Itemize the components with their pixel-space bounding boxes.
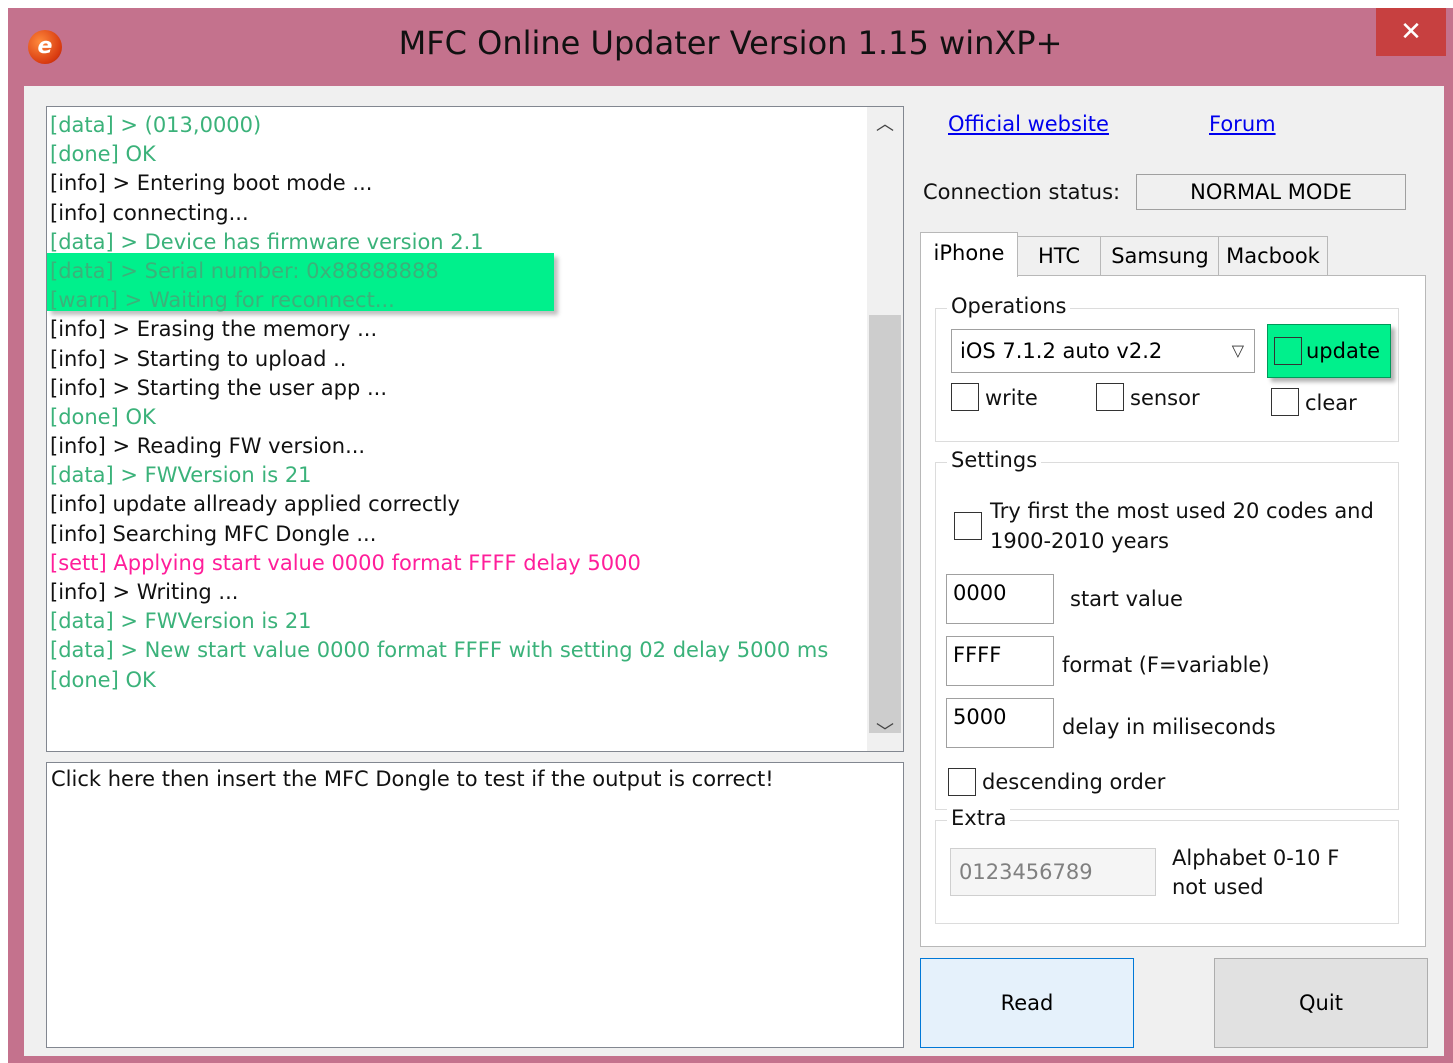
log-line: [done] OK: [50, 404, 156, 429]
delay-text: 5000: [953, 705, 1007, 729]
read-button[interactable]: Read: [920, 958, 1134, 1048]
log-line: [info] update allready applied correctly: [50, 492, 460, 517]
try-first-checkbox[interactable]: [954, 512, 982, 540]
chevron-down-icon: ▽: [1231, 341, 1244, 360]
log-line: [warn] > Waiting for reconnect...: [50, 288, 395, 313]
tab-samsung[interactable]: Samsung: [1100, 236, 1220, 275]
format-input[interactable]: FFFF: [946, 636, 1054, 686]
operations-title: Operations: [947, 294, 1071, 318]
log-line: [data] > Device has firmware version 2.1: [50, 229, 484, 254]
scroll-down-icon[interactable]: ﹀: [867, 715, 903, 751]
start-value-text: 0000: [953, 581, 1007, 605]
format-text: FFFF: [953, 643, 1002, 667]
log-line: [info] > Writing ...: [50, 580, 239, 604]
settings-title: Settings: [947, 448, 1042, 472]
log-lines: [data] > (013,0000) [done] OK [info] > Ent…: [50, 111, 863, 695]
alphabet-label-1: Alphabet 0-10 F: [1172, 846, 1340, 870]
log-output[interactable]: [data] > (013,0000) [done] OK [info] > Ent…: [46, 106, 904, 752]
close-button[interactable]: ✕: [1376, 8, 1446, 56]
sensor-checkbox[interactable]: [1096, 383, 1124, 411]
log-line: [info] > Reading FW version...: [50, 434, 366, 459]
official-website-link[interactable]: Official website: [948, 112, 1109, 136]
log-line: [data] > (013,0000): [50, 113, 262, 137]
window-title: MFC Online Updater Version 1.15 winXP+: [398, 24, 1063, 62]
log-line: [info] connecting...: [50, 200, 249, 225]
descending-label: descending order: [982, 770, 1166, 794]
write-label: write: [985, 386, 1038, 410]
tab-htc[interactable]: HTC: [1016, 236, 1102, 275]
log-scrollbar[interactable]: ︿ ﹀: [867, 107, 903, 751]
log-line: [info] > Starting to upload ..: [50, 346, 347, 371]
clear-label: clear: [1305, 391, 1357, 415]
write-checkbox[interactable]: [951, 383, 979, 411]
log-line: [data] > FWVersion is 21: [50, 609, 312, 634]
format-label: format (F=variable): [1062, 653, 1270, 677]
dongle-test-text: Click here then insert the MFC Dongle to…: [51, 767, 774, 791]
log-line: [info] > Starting the user app ...: [50, 375, 388, 400]
scroll-thumb[interactable]: [869, 315, 901, 733]
client-area: [data] > (013,0000) [done] OK [info] > Ent…: [24, 86, 1444, 1056]
log-line: [info] Searching MFC Dongle ...: [50, 521, 377, 546]
quit-button[interactable]: Quit: [1214, 958, 1428, 1048]
log-line: [data] > Serial number: 0x88888888: [50, 258, 439, 283]
log-line: [done] OK: [50, 142, 156, 167]
extra-title: Extra: [947, 806, 1011, 830]
alphabet-input: 0123456789: [950, 848, 1156, 896]
log-line: [data] > FWVersion is 21: [50, 463, 312, 488]
sensor-label: sensor: [1130, 386, 1200, 410]
delay-input[interactable]: 5000: [946, 698, 1054, 748]
dongle-test-input[interactable]: Click here then insert the MFC Dongle to…: [46, 762, 904, 1048]
alphabet-value: 0123456789: [959, 860, 1093, 884]
start-value-label: start value: [1070, 587, 1183, 611]
tab-macbook[interactable]: Macbook: [1218, 236, 1328, 275]
tab-iphone[interactable]: iPhone: [920, 232, 1018, 277]
update-check-box[interactable]: [1274, 337, 1302, 365]
log-line: [data] > New start value 0000 format FFF…: [50, 638, 829, 663]
log-line: [done] OK: [50, 667, 156, 692]
app-window: e MFC Online Updater Version 1.15 winXP+…: [8, 8, 1453, 1063]
clear-checkbox[interactable]: [1271, 388, 1299, 416]
connection-status-label: Connection status:: [923, 180, 1121, 204]
log-line: [info] > Entering boot mode ...: [50, 171, 373, 196]
scroll-up-icon[interactable]: ︿: [867, 107, 903, 143]
try-first-label-1: Try first the most used 20 codes and: [990, 499, 1374, 523]
update-checkbox[interactable]: update: [1267, 324, 1391, 378]
ios-version-select[interactable]: iOS 7.1.2 auto v2.2 ▽: [951, 329, 1255, 373]
delay-label: delay in miliseconds: [1062, 715, 1276, 739]
forum-link[interactable]: Forum: [1209, 112, 1276, 136]
ios-version-value: iOS 7.1.2 auto v2.2: [960, 339, 1163, 363]
start-value-input[interactable]: 0000: [946, 574, 1054, 624]
try-first-label-2: 1900-2010 years: [990, 529, 1169, 553]
connection-status-value: NORMAL MODE: [1136, 174, 1406, 210]
update-label: update: [1306, 339, 1380, 363]
alphabet-label-2: not used: [1172, 875, 1264, 899]
log-line: [sett] Applying start value 0000 format …: [50, 550, 641, 575]
log-line: [info] > Erasing the memory ...: [50, 317, 378, 342]
title-bar[interactable]: e MFC Online Updater Version 1.15 winXP+…: [8, 8, 1453, 86]
descending-checkbox[interactable]: [948, 768, 976, 796]
